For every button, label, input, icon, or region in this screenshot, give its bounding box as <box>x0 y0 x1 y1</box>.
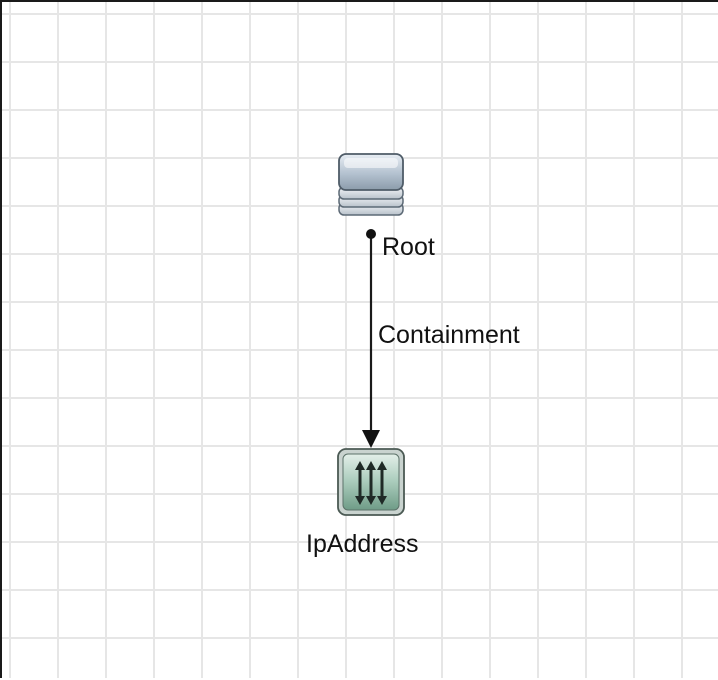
diagram-canvas[interactable]: Root Containment IpAddress <box>0 0 718 678</box>
root-node-label: Root <box>382 233 435 261</box>
database-stack-icon <box>338 153 404 216</box>
ipaddress-node[interactable] <box>335 446 407 518</box>
ipaddress-node-label: IpAddress <box>306 530 419 558</box>
root-node[interactable] <box>335 150 407 220</box>
edge-containment-label: Containment <box>378 321 520 349</box>
ip-address-arrows-icon <box>337 448 405 516</box>
edge-source-dot <box>366 229 376 239</box>
edge-layer <box>362 229 380 448</box>
